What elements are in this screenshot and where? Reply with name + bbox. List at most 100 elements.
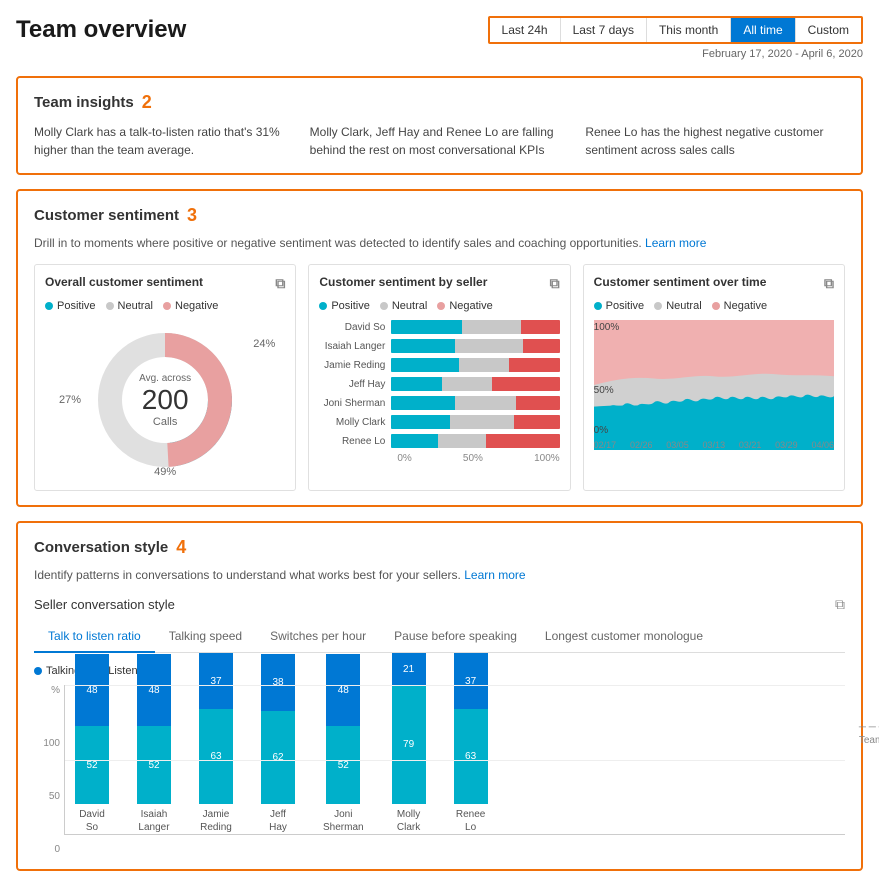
seller-legend-neutral: Neutral	[380, 300, 427, 312]
seller-copy-icon[interactable]: ⧉	[550, 275, 560, 292]
conv-seller-label: Isaiah Langer	[138, 808, 169, 834]
negative-dot	[163, 302, 171, 310]
customer-sentiment-badge: 3	[187, 205, 197, 226]
insight-item-0: Molly Clark has a talk-to-listen ratio t…	[34, 123, 294, 159]
bar-negative	[514, 415, 559, 429]
time-chart-title: Customer sentiment over time ⧉	[594, 275, 834, 292]
customer-sentiment-subtitle: Drill in to moments where positive or ne…	[34, 236, 845, 250]
seller-bar-track	[391, 320, 559, 334]
seller-conv-title: Seller conversation style	[34, 597, 175, 612]
conv-seller-group: 52 48 David So	[75, 654, 109, 834]
time-copy-icon[interactable]: ⧉	[824, 275, 834, 292]
overall-copy-icon[interactable]: ⧉	[275, 275, 285, 292]
overall-chart-title: Overall customer sentiment ⧉	[45, 275, 285, 292]
time-legend-neutral: Neutral	[654, 300, 701, 312]
grid-mid	[65, 760, 845, 761]
conv-seller-label: Jamie Reding	[200, 808, 232, 834]
bar-neutral	[438, 434, 485, 448]
conv-style-learn-more[interactable]: Learn more	[464, 568, 525, 582]
stacked-bar: 63 37	[454, 653, 488, 804]
customer-sentiment-section: Customer sentiment 3 Drill in to moments…	[16, 189, 863, 507]
conv-seller-group: 52 48 Isaiah Langer	[137, 654, 171, 834]
positive-dot	[45, 302, 53, 310]
tab-monologue[interactable]: Longest customer monologue	[531, 621, 717, 653]
filter-alltime[interactable]: All time	[731, 18, 795, 42]
bar-listening: 62	[261, 711, 295, 804]
customer-sentiment-header: Customer sentiment 3	[34, 205, 845, 226]
bar-positive	[391, 396, 455, 410]
customer-sentiment-learn-more[interactable]: Learn more	[645, 236, 706, 250]
insight-item-1: Molly Clark, Jeff Hay and Renee Lo are f…	[310, 123, 570, 159]
tab-talking-speed[interactable]: Talking speed	[155, 621, 256, 653]
bar-positive	[391, 320, 462, 334]
overall-sentiment-chart: Overall customer sentiment ⧉ Positive Ne…	[34, 264, 296, 491]
filter-thismonth[interactable]: This month	[647, 18, 731, 42]
conv-seller-group: 62 38 Jeff Hay	[261, 654, 295, 834]
bars-row: ─ ─ ─ Team avg. 52 48 David So 52 48 Isa…	[64, 685, 845, 835]
bar-neutral	[450, 415, 514, 429]
bar-listening: 79	[392, 685, 426, 804]
bar-listening: 63	[454, 709, 488, 804]
time-filter-group: Last 24h Last 7 days This month All time…	[488, 16, 863, 44]
time-y-100: 100%	[594, 322, 620, 333]
time-legend-positive: Positive	[594, 300, 645, 312]
bar-talking: 38	[261, 654, 295, 711]
seller-bar-track	[391, 396, 559, 410]
seller-bar-track	[391, 415, 559, 429]
filter-last7days[interactable]: Last 7 days	[561, 18, 647, 42]
seller-bar-track	[391, 358, 559, 372]
conv-seller-group: 52 48 Joni Sherman	[323, 654, 364, 834]
seller-name: Renee Lo	[319, 436, 391, 447]
filter-custom[interactable]: Custom	[796, 18, 861, 42]
bar-positive	[391, 434, 438, 448]
tab-pause[interactable]: Pause before speaking	[380, 621, 531, 653]
tab-switches[interactable]: Switches per hour	[256, 621, 380, 653]
conv-style-badge: 4	[176, 537, 186, 558]
conv-seller-label: Jeff Hay	[269, 808, 287, 834]
seller-bar-row: Jeff Hay	[319, 377, 559, 391]
conv-seller-label: Molly Clark	[397, 808, 420, 834]
grid-top	[65, 685, 845, 686]
stacked-bar: 63 37	[199, 653, 233, 804]
filter-last24h[interactable]: Last 24h	[490, 18, 561, 42]
bar-negative	[516, 396, 560, 410]
stacked-bar: 52 48	[75, 654, 109, 804]
seller-bar-row: Isaiah Langer	[319, 339, 559, 353]
bar-positive	[391, 415, 450, 429]
legend-negative: Negative	[163, 300, 218, 312]
team-avg-indicator: ─ ─ ─ Team avg.	[859, 722, 879, 746]
conv-seller-label: Joni Sherman	[323, 808, 364, 834]
seller-bars-container: David So Isaiah Langer Jamie Reding Jeff…	[319, 320, 559, 448]
time-area-chart: 100% 50% 0% 02/17 02/26 03/05 03/13 03/2…	[594, 320, 834, 450]
stacked-bar: 52 48	[326, 654, 360, 804]
seller-bar-row: Molly Clark	[319, 415, 559, 429]
page-header: Team overview Last 24h Last 7 days This …	[16, 16, 863, 60]
bar-positive	[391, 358, 458, 372]
time-x-axis: 02/17 02/26 03/05 03/13 03/21 03/29 04/0…	[594, 440, 834, 450]
bar-negative	[523, 339, 560, 353]
team-insights-badge: 2	[142, 92, 152, 113]
customer-sentiment-title: Customer sentiment	[34, 207, 179, 224]
seller-name: Molly Clark	[319, 417, 391, 428]
team-insights-header: Team insights 2	[34, 92, 845, 113]
bar-talking: 37	[199, 653, 233, 709]
seller-bar-axis: 0% 50% 100%	[319, 453, 559, 464]
bar-listening: 52	[326, 726, 360, 804]
seller-chart-title: Customer sentiment by seller ⧉	[319, 275, 559, 292]
seller-bar-track	[391, 434, 559, 448]
stacked-bar: 62 38	[261, 654, 295, 804]
donut-center: Avg. across 200 Calls	[139, 373, 191, 428]
seller-name: Jamie Reding	[319, 360, 391, 371]
team-insights-section: Team insights 2 Molly Clark has a talk-t…	[16, 76, 863, 175]
bar-negative	[509, 358, 559, 372]
bar-neutral	[455, 339, 522, 353]
bar-chart-outer: % 100 50 0 ─ ─ ─ Team avg. 52	[34, 685, 845, 855]
stacked-bar: 79 21	[392, 653, 426, 804]
insights-grid: Molly Clark has a talk-to-listen ratio t…	[34, 123, 845, 159]
seller-conv-copy-icon[interactable]: ⧉	[835, 596, 845, 613]
donut-avg-label: Avg. across	[139, 373, 191, 384]
tab-talk-listen[interactable]: Talk to listen ratio	[34, 621, 155, 653]
conv-tabs: Talk to listen ratio Talking speed Switc…	[34, 621, 845, 653]
bar-talking: 37	[454, 653, 488, 709]
team-insights-title: Team insights	[34, 94, 134, 111]
